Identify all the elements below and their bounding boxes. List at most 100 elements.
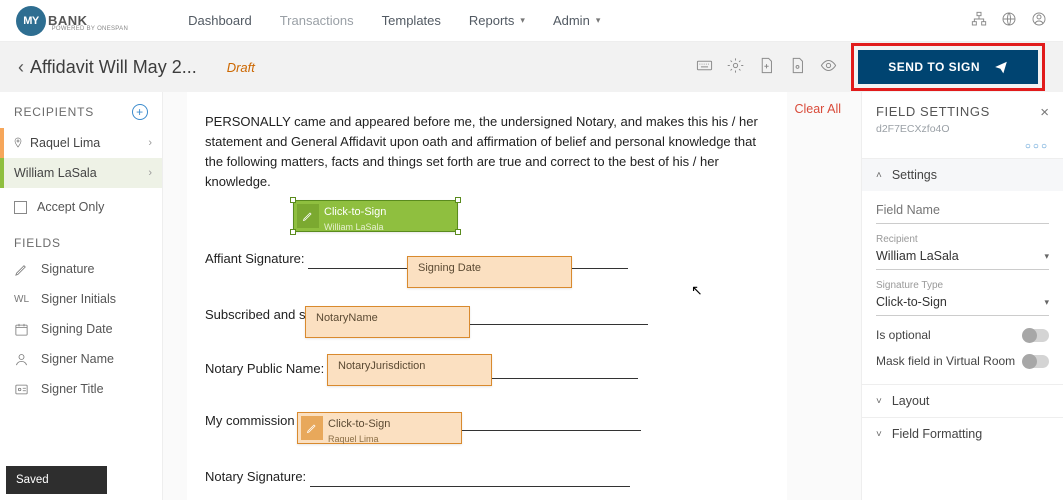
tag-sub: William LaSala (324, 221, 449, 235)
pin-icon (12, 137, 24, 149)
recipient-select[interactable]: William LaSala ▾ (876, 245, 1049, 270)
chevron-down-icon: ▾ (1044, 251, 1049, 262)
keyboard-icon[interactable] (696, 57, 713, 77)
field-settings-panel: FIELD SETTINGS × d2F7ECXzfo4O ○○○ ˄Setti… (861, 92, 1063, 500)
nav-templates[interactable]: Templates (382, 13, 441, 28)
tool-label: Signer Name (41, 352, 114, 366)
chevron-down-icon: ˅ (876, 429, 882, 440)
send-highlight: SEND TO SIGN (851, 43, 1045, 91)
toast-saved: Saved (6, 466, 107, 494)
tool-signing-date[interactable]: Signing Date (0, 314, 162, 344)
field-click-to-sign-raquel[interactable]: Click-to-Sign Raquel Lima (297, 412, 462, 444)
doc-plus-icon[interactable] (758, 57, 775, 77)
fields-heading: FIELDS (0, 226, 162, 254)
recipients-heading: RECIPIENTS + (0, 92, 162, 128)
calendar-icon (14, 322, 29, 337)
section-settings-head[interactable]: ˄ Settings (862, 159, 1063, 191)
caret-icon: ▾ (596, 15, 601, 26)
section-settings: ˄Settings Recipient William LaSala▾ Sign… (862, 158, 1063, 384)
sigtype-select[interactable]: Click-to-Sign▾ (876, 291, 1049, 316)
person-icon (14, 352, 29, 367)
pencil-icon (297, 204, 319, 228)
accept-only-row[interactable]: Accept Only (0, 188, 162, 226)
add-recipient-icon[interactable]: + (132, 104, 148, 120)
field-notary-name[interactable]: NotaryName (305, 306, 470, 338)
clear-all-link[interactable]: Clear All (794, 102, 841, 116)
doc-gear-icon[interactable] (789, 57, 806, 77)
accept-only-label: Accept Only (37, 200, 104, 214)
recipient-william[interactable]: William LaSala › (0, 158, 162, 188)
pencil-icon (14, 262, 29, 277)
nav-dashboard[interactable]: Dashboard (188, 13, 252, 28)
badge-icon (14, 382, 29, 397)
brand-sub: POWERED BY ONESPAN (52, 26, 129, 32)
resize-handle[interactable] (455, 229, 461, 235)
back-icon[interactable]: ‹ (18, 57, 24, 78)
mask-toggle[interactable] (1023, 355, 1049, 368)
cursor-icon: ↖ (691, 282, 703, 299)
brand-badge: MY (16, 6, 46, 36)
label: Affiant Signature: (205, 251, 305, 266)
line-commission: My commission number (205, 411, 769, 431)
select-value: Click-to-Sign (876, 295, 947, 309)
user-icon[interactable] (1031, 11, 1047, 30)
close-icon[interactable]: × (1040, 104, 1049, 121)
tool-signer-title[interactable]: Signer Title (0, 374, 162, 404)
recipient-name: Raquel Lima (30, 136, 100, 150)
section-label: Settings (892, 168, 937, 182)
recipient-color-bar (0, 128, 4, 158)
nav-admin-label: Admin (553, 13, 590, 28)
chevron-up-icon: ˄ (876, 170, 882, 181)
tag-title: NotaryName (316, 312, 378, 324)
field-signing-date[interactable]: Signing Date (407, 256, 572, 288)
select-value: William LaSala (876, 249, 959, 263)
section-formatting-head[interactable]: ˅Field Formatting (862, 418, 1063, 450)
field-notary-jurisdiction[interactable]: NotaryJurisdiction (327, 354, 492, 386)
field-settings-header: FIELD SETTINGS × (862, 92, 1063, 123)
checkbox-icon[interactable] (14, 201, 27, 214)
optional-toggle[interactable] (1023, 329, 1049, 342)
recipient-name: William LaSala (14, 166, 97, 180)
tool-label: Signer Title (41, 382, 104, 396)
field-name-input[interactable] (876, 199, 1049, 224)
chevron-down-icon: ˅ (876, 396, 882, 407)
nav-reports-label: Reports (469, 13, 515, 28)
section-label: Layout (892, 394, 930, 408)
more-icon[interactable]: ○○○ (862, 141, 1063, 158)
eye-icon[interactable] (820, 57, 837, 77)
nav-transactions[interactable]: Transactions (280, 13, 354, 28)
transaction-status: Draft (227, 60, 255, 75)
resize-handle[interactable] (290, 197, 296, 203)
tag-title: NotaryJurisdiction (338, 360, 425, 372)
chevron-right-icon: › (148, 167, 152, 179)
field-settings-title: FIELD SETTINGS (876, 104, 990, 119)
brand-logo: MY BANK POWERED BY ONESPAN (16, 6, 164, 36)
label: Notary Public Name: (205, 361, 324, 376)
resize-handle[interactable] (290, 229, 296, 235)
send-to-sign-button[interactable]: SEND TO SIGN (858, 50, 1038, 84)
tag-sub: Raquel Lima (328, 433, 453, 447)
field-click-to-sign-william[interactable]: Click-to-Sign William LaSala (293, 200, 458, 232)
transaction-tools (696, 57, 837, 77)
resize-handle[interactable] (455, 197, 461, 203)
sitemap-icon[interactable] (971, 11, 987, 30)
nav-reports[interactable]: Reports▾ (469, 13, 525, 28)
gear-icon[interactable] (727, 57, 744, 77)
tool-signer-name[interactable]: Signer Name (0, 344, 162, 374)
globe-icon[interactable] (1001, 11, 1017, 30)
chevron-right-icon: › (148, 137, 152, 149)
document-canvas: 1 Selected | | Clear All PERSONALLY came… (163, 92, 861, 500)
label: Notary Signature: (205, 469, 306, 484)
tool-initials[interactable]: WLSigner Initials (0, 284, 162, 314)
section-layout: ˅ Layout (862, 384, 1063, 417)
recipient-raquel[interactable]: Raquel Lima › (0, 128, 162, 158)
mask-row: Mask field in Virtual Room (876, 354, 1049, 368)
top-nav: MY BANK POWERED BY ONESPAN Dashboard Tra… (0, 0, 1063, 42)
tool-label: Signature (41, 262, 95, 276)
section-layout-head[interactable]: ˅ Layout (862, 385, 1063, 417)
nav-admin[interactable]: Admin ▾ (553, 13, 600, 28)
tag-title: Click-to-Sign (324, 206, 386, 218)
tool-signature[interactable]: Signature (0, 254, 162, 284)
send-label: SEND TO SIGN (888, 60, 980, 74)
toggle-label: Is optional (876, 328, 931, 342)
